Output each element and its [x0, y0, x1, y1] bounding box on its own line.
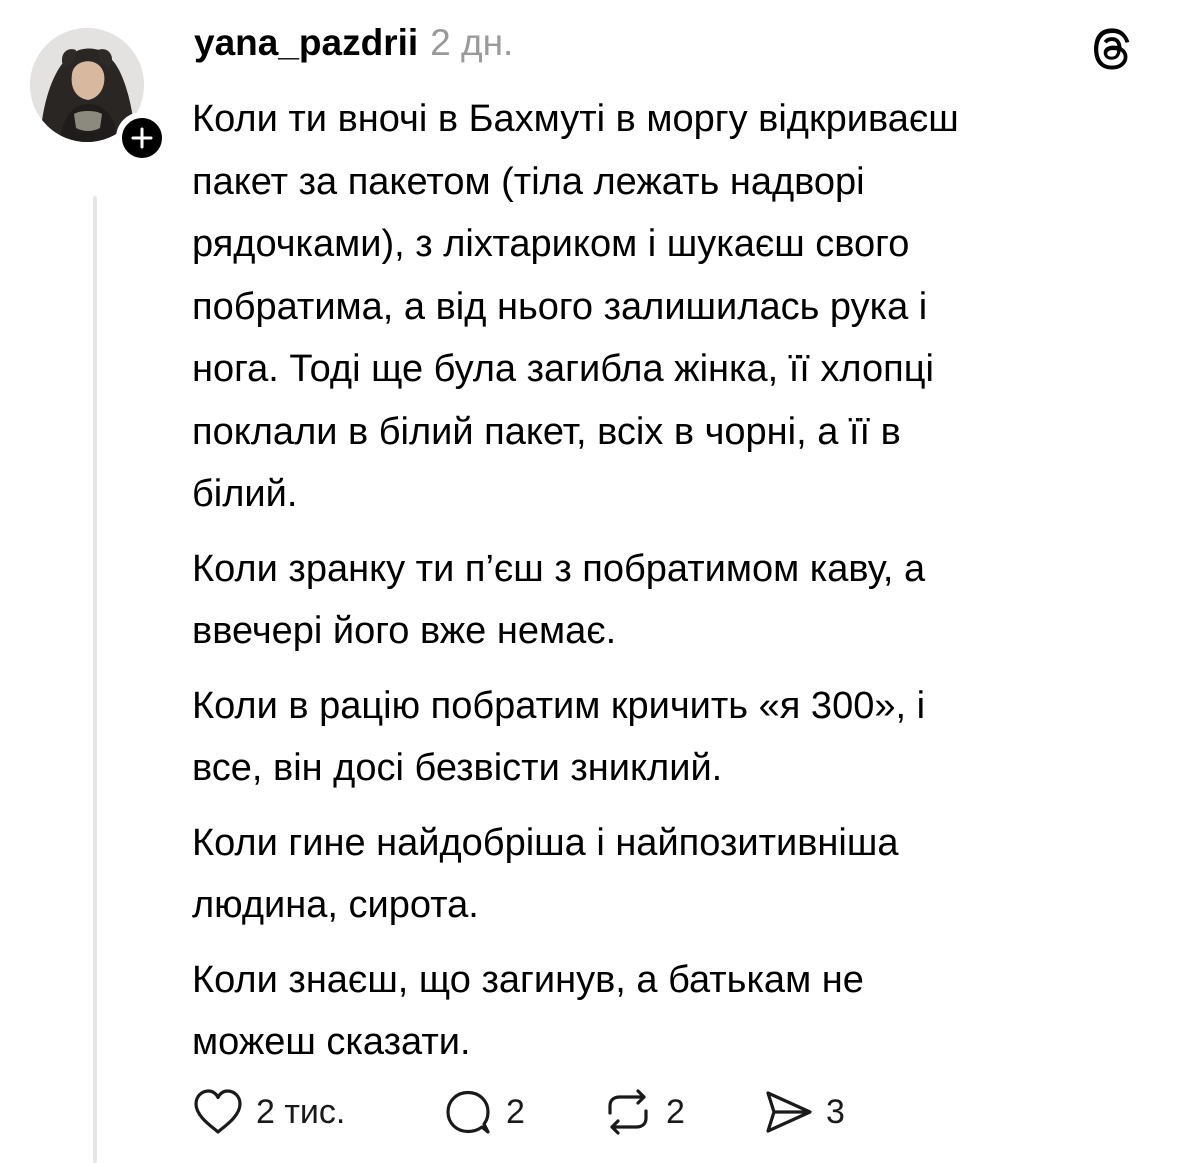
repost-arrows-icon — [608, 1089, 648, 1135]
post-paragraph: Коли гине найдобріша і найпозитивніша лю… — [192, 821, 899, 927]
avatar-container — [30, 28, 168, 164]
repost-count: 2 — [666, 1092, 685, 1131]
plus-icon — [131, 127, 153, 149]
post-paragraph: Коли в рацію побратим кричить «я 300», і… — [192, 684, 926, 790]
post-body: Коли ти вночі в Бахмуті в моргу відкрива… — [192, 88, 1152, 1086]
like-button[interactable]: 2 тис. — [190, 1087, 440, 1137]
speech-bubble-icon — [446, 1090, 490, 1134]
timestamp: 2 дн. — [430, 22, 514, 63]
share-count: 3 — [826, 1092, 845, 1131]
follow-button[interactable] — [116, 112, 168, 164]
reply-button[interactable]: 2 — [440, 1087, 600, 1137]
heart-icon — [194, 1089, 242, 1134]
threads-logo-icon[interactable] — [1088, 26, 1134, 72]
username[interactable]: yana_pazdrii — [194, 22, 418, 64]
post-paragraph: Коли знаєш, що загинув, а батькам не мож… — [192, 958, 864, 1064]
share-button[interactable]: 3 — [760, 1087, 880, 1137]
reply-count: 2 — [506, 1092, 525, 1131]
repost-button[interactable]: 2 — [600, 1087, 760, 1137]
paper-plane-icon — [766, 1091, 812, 1133]
like-count: 2 тис. — [256, 1092, 346, 1131]
post-paragraph: Коли зранку ти п’єш з побратимом каву, а… — [192, 547, 926, 653]
post-paragraph: Коли ти вночі в Бахмуті в моргу відкрива… — [192, 98, 959, 515]
post-actions: 2 тис. 2 2 3 — [190, 1084, 880, 1140]
post-header: yana_pazdrii 2 дн. — [194, 22, 513, 74]
thread-line — [93, 196, 97, 1163]
